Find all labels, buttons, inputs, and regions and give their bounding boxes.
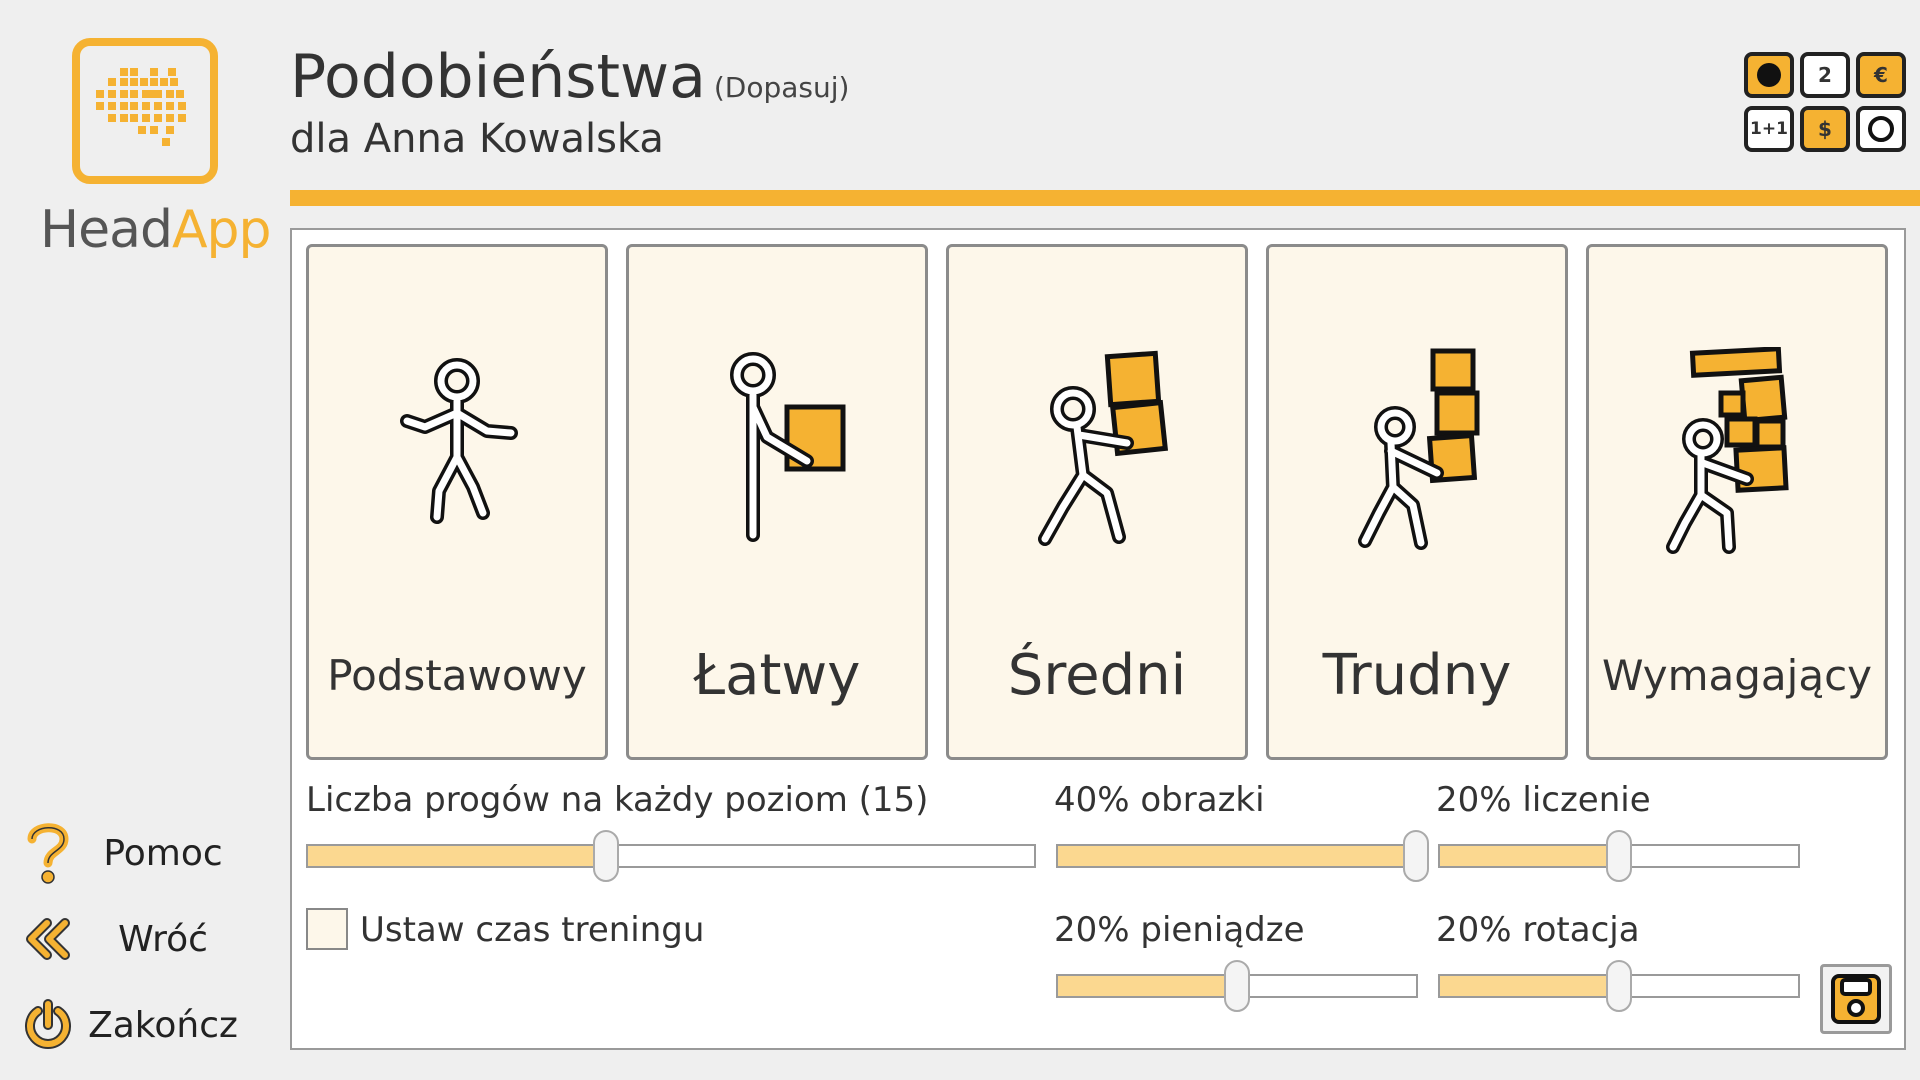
number-two-icon: 2 — [1818, 63, 1832, 87]
back-label: Wróć — [118, 918, 208, 960]
person-standing-icon — [400, 358, 518, 524]
images-slider[interactable] — [1056, 830, 1429, 882]
slider-handle[interactable] — [1403, 830, 1429, 882]
mode-euro-button[interactable]: € — [1856, 52, 1906, 98]
help-label: Pomoc — [103, 832, 223, 874]
help-button[interactable]: Pomoc — [20, 818, 250, 888]
rotation-slider[interactable] — [1438, 960, 1800, 1012]
slider-fill — [1440, 976, 1619, 996]
rotation-label: 20% rotacja — [1436, 910, 1640, 950]
page-title: Podobieństwa (Dopasuj) — [290, 42, 849, 112]
level-card-label: Trudny — [1322, 643, 1512, 708]
slider-handle[interactable] — [1606, 830, 1632, 882]
slider-fill — [308, 846, 606, 866]
level-card-label: Łatwy — [693, 643, 861, 708]
slider-handle[interactable] — [1224, 960, 1250, 1012]
person-two-boxes-icon — [1038, 350, 1169, 546]
slider-handle[interactable] — [592, 830, 619, 882]
euro-icon: € — [1874, 63, 1888, 87]
images-label: 40% obrazki — [1054, 780, 1265, 820]
power-icon — [20, 990, 76, 1060]
thresholds-label: Liczba progów na każdy poziom (15) — [306, 780, 929, 820]
mode-dot-button[interactable] — [1744, 52, 1794, 98]
person-one-box-icon — [730, 352, 846, 542]
level-card-label: Podstawowy — [327, 651, 587, 700]
counting-slider[interactable] — [1438, 830, 1800, 882]
user-line: dla Anna Kowalska — [290, 116, 664, 162]
mode-circle-button[interactable] — [1856, 106, 1906, 152]
quit-button[interactable]: Zakończ — [20, 990, 250, 1060]
brain-logo-icon — [96, 68, 186, 146]
save-button[interactable] — [1820, 964, 1892, 1034]
back-button[interactable]: Wróć — [20, 904, 250, 974]
training-time-label[interactable]: Ustaw czas treningu — [360, 910, 704, 950]
quit-label: Zakończ — [88, 1004, 238, 1046]
mode-number-button[interactable]: 2 — [1800, 52, 1850, 98]
level-card-hard[interactable]: Trudny — [1266, 244, 1568, 760]
app-name: HeadApp — [40, 200, 272, 260]
counting-label: 20% liczenie — [1436, 780, 1651, 820]
question-mark-icon — [20, 818, 76, 888]
level-card-basic[interactable]: Podstawowy — [306, 244, 608, 760]
level-card-label: Wymagający — [1601, 651, 1873, 700]
money-label: 20% pieniądze — [1054, 910, 1305, 950]
mode-addition-button[interactable]: 1+1 — [1744, 106, 1794, 152]
circle-outline-icon — [1868, 116, 1894, 142]
money-slider[interactable] — [1056, 960, 1418, 1012]
save-icon — [1831, 974, 1881, 1024]
dollar-icon: $ — [1818, 117, 1832, 141]
training-time-checkbox[interactable] — [306, 908, 348, 950]
page-title-suffix: (Dopasuj) — [713, 71, 850, 104]
slider-handle[interactable] — [1606, 960, 1632, 1012]
thresholds-slider[interactable] — [306, 830, 1036, 882]
level-card-demanding[interactable]: Wymagający — [1586, 244, 1888, 760]
person-three-boxes-icon — [1358, 348, 1480, 550]
level-card-medium[interactable]: Średni — [946, 244, 1248, 760]
slider-fill — [1440, 846, 1619, 866]
slider-fill — [1058, 846, 1416, 866]
app-name-app: App — [171, 200, 272, 260]
addition-icon: 1+1 — [1750, 119, 1788, 139]
black-dot-icon — [1757, 63, 1781, 87]
app-name-head: Head — [40, 200, 173, 260]
level-card-easy[interactable]: Łatwy — [626, 244, 928, 760]
mode-dollar-button[interactable]: $ — [1800, 106, 1850, 152]
double-chevron-left-icon — [20, 904, 76, 974]
slider-fill — [1058, 976, 1237, 996]
page-title-text: Podobieństwa — [290, 42, 706, 112]
app-logo — [72, 38, 218, 184]
person-many-boxes-icon — [1666, 347, 1789, 554]
level-card-label: Średni — [1007, 643, 1187, 708]
header-accent-bar — [290, 190, 1920, 206]
